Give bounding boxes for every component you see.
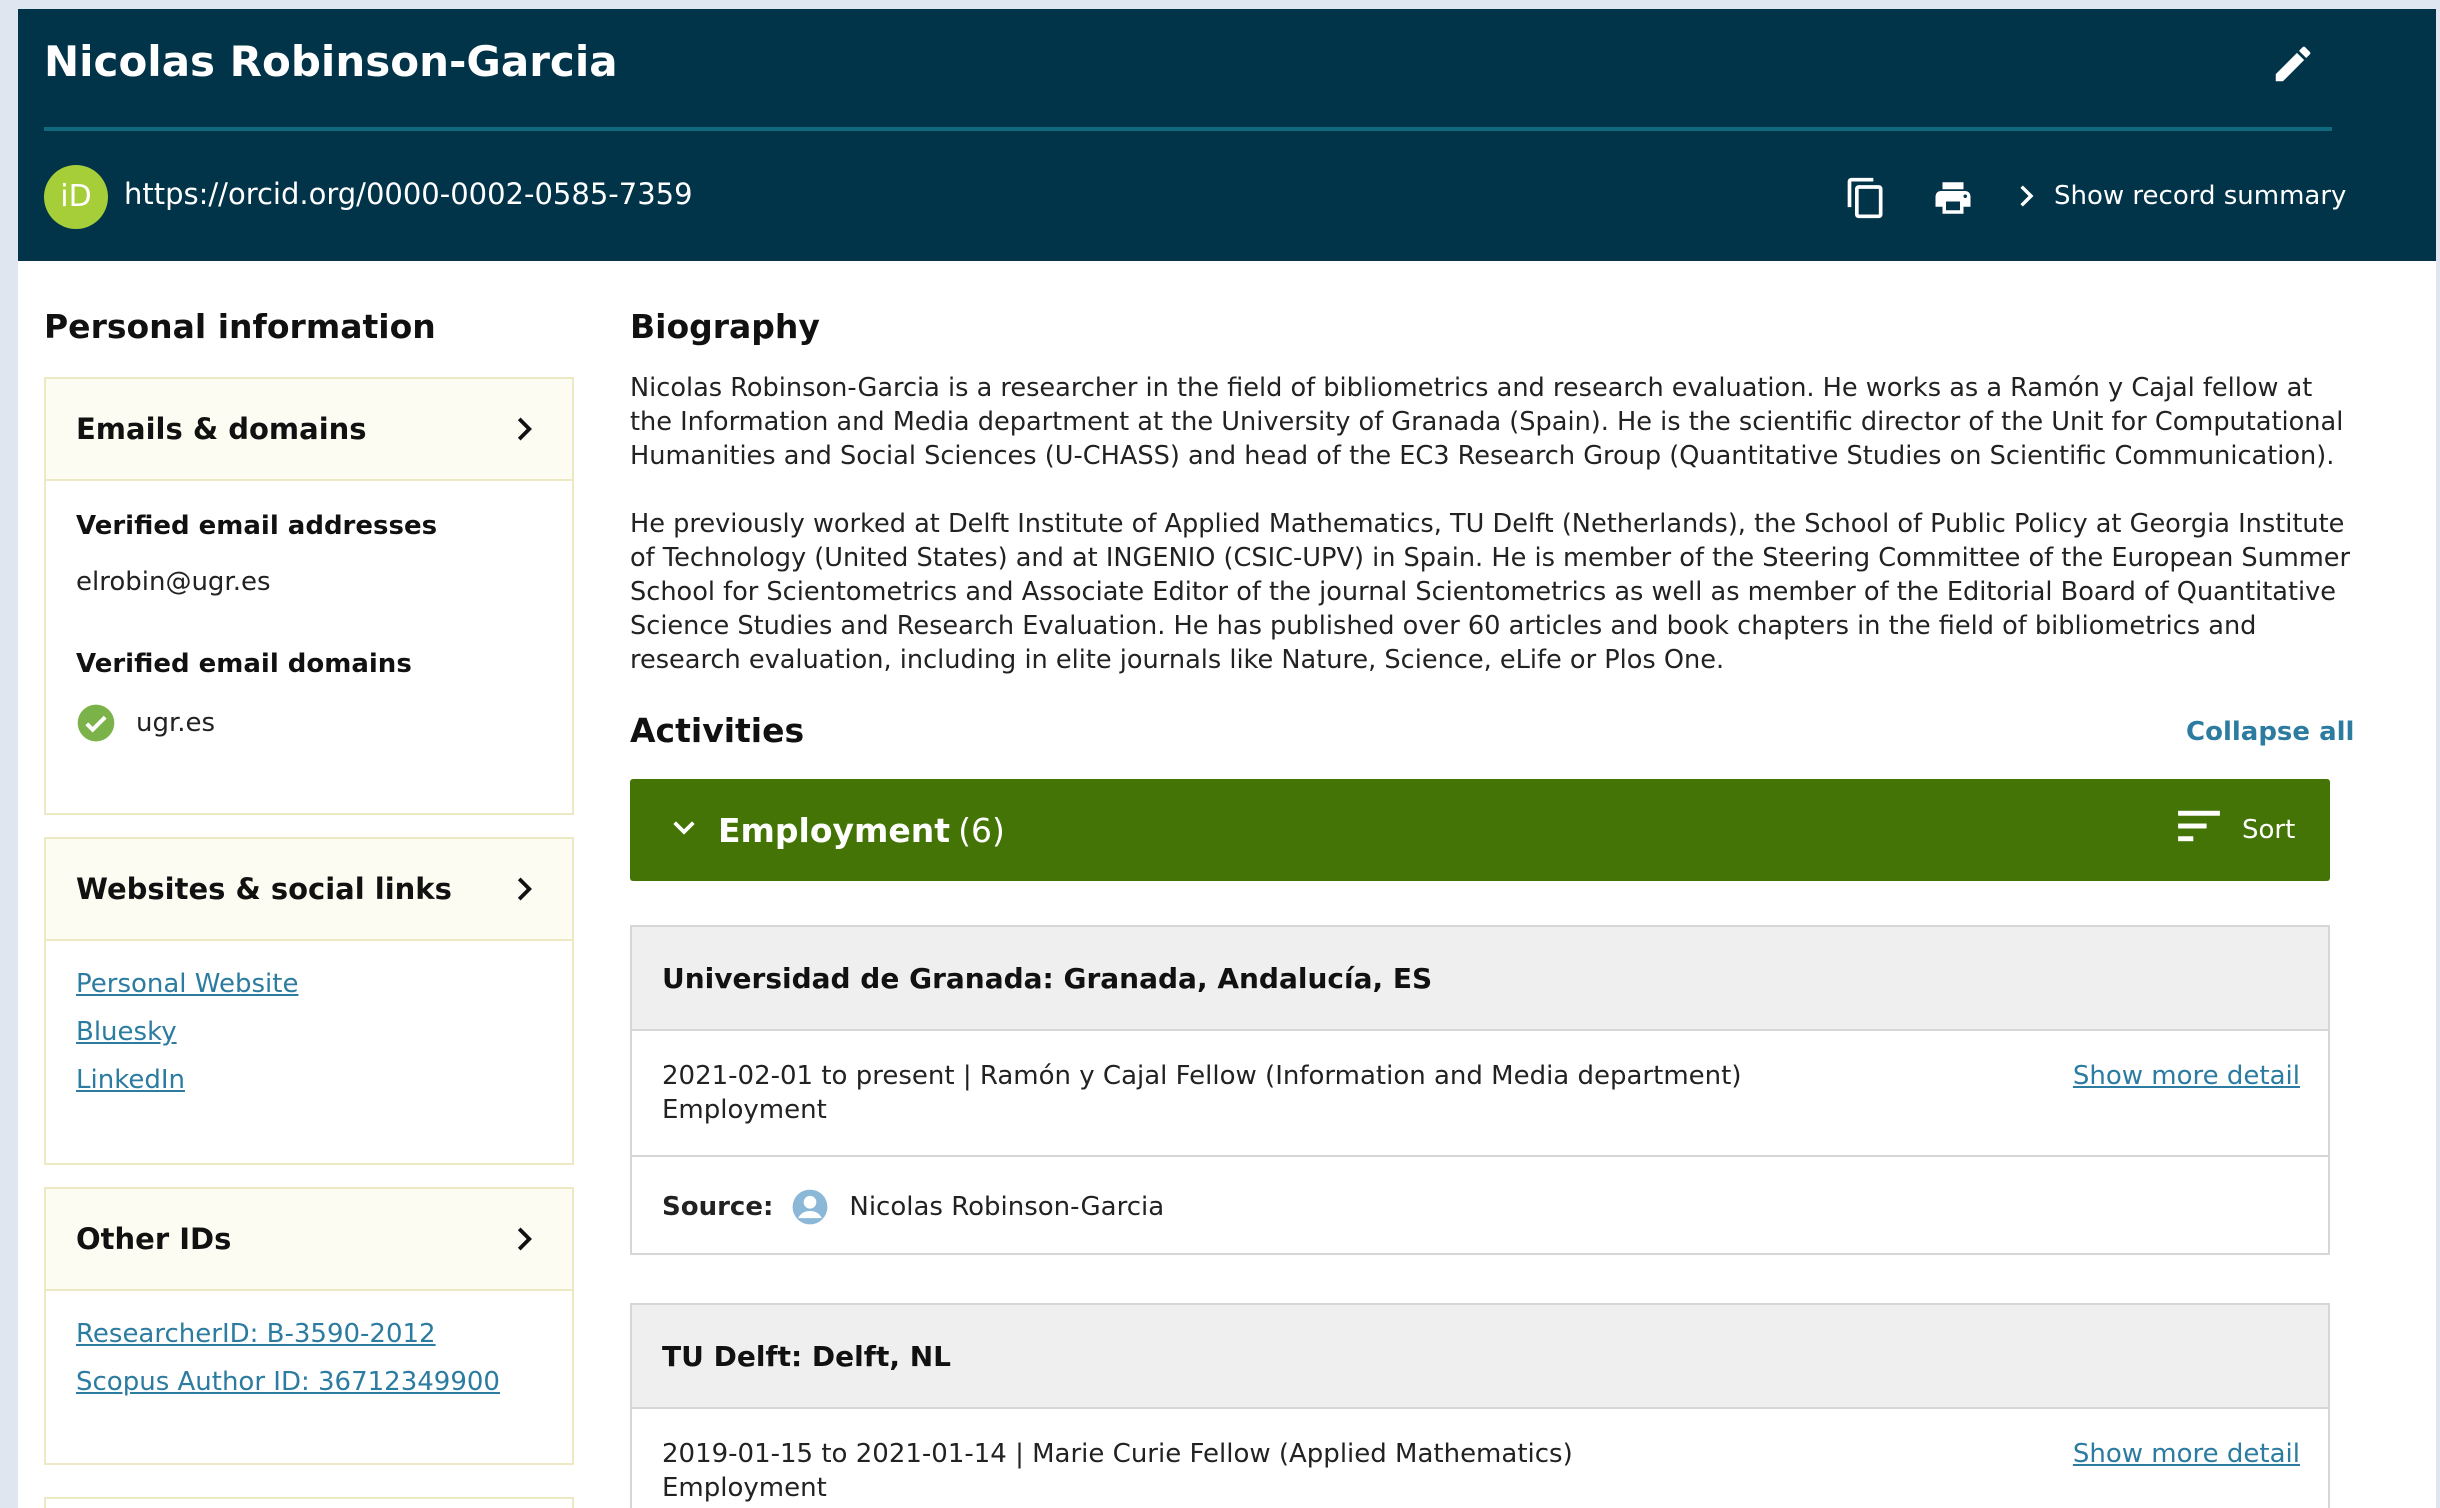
biography-title: Biography (630, 307, 820, 346)
next-card (44, 1497, 574, 1508)
employment-detail: 2019-01-15 to 2021-01-14 | Marie Curie F… (632, 1409, 2328, 1508)
chevron-right-icon (2020, 185, 2034, 207)
header-divider (44, 127, 2332, 131)
show-more-detail-link[interactable]: Show more detail (2073, 1059, 2300, 1093)
employment-entry: TU Delft: Delft, NL 2019-01-15 to 2021-0… (630, 1303, 2330, 1508)
verified-domain: ugr.es (136, 708, 216, 738)
chevron-right-icon (517, 1227, 532, 1251)
emails-domains-card: Emails & domains Verified email addresse… (44, 377, 574, 815)
other-ids-title: Other IDs (76, 1222, 232, 1256)
employment-org: TU Delft: Delft, NL (632, 1305, 2328, 1409)
link-personal-website[interactable]: Personal Website (76, 969, 542, 999)
sort-icon[interactable] (2176, 807, 2222, 845)
emails-domains-header[interactable]: Emails & domains (46, 379, 572, 481)
show-record-summary-button[interactable]: Show record summary (2018, 181, 2346, 211)
employment-count: (6) (958, 811, 1005, 850)
employment-type: Employment (662, 1095, 827, 1125)
biography-paragraph-1: Nicolas Robinson-Garcia is a researcher … (630, 373, 2344, 471)
biography-paragraph-2: He previously worked at Delft Institute … (630, 509, 2351, 675)
chevron-right-icon (517, 877, 532, 901)
employment-label: Employment (718, 811, 951, 850)
user-avatar-icon (792, 1189, 828, 1225)
employment-detail: 2021-02-01 to present | Ramón y Cajal Fe… (632, 1031, 2328, 1157)
employment-source: Source: Nicolas Robinson-Garcia (632, 1157, 2328, 1257)
employment-section-header[interactable]: Employment (6) Sort (630, 779, 2330, 881)
link-bluesky[interactable]: Bluesky (76, 1017, 542, 1047)
print-icon[interactable] (1930, 177, 1976, 219)
check-circle-icon (77, 704, 115, 742)
verified-email-address: elrobin@ugr.es (76, 567, 271, 597)
researcher-name: Nicolas Robinson-Garcia (44, 37, 618, 86)
emails-domains-title: Emails & domains (76, 412, 367, 446)
sort-button[interactable]: Sort (2242, 815, 2295, 845)
verified-domains-label: Verified email domains (76, 649, 412, 679)
copy-icon[interactable] (1844, 175, 1888, 221)
chevron-down-icon (673, 821, 695, 835)
link-linkedin[interactable]: LinkedIn (76, 1065, 542, 1095)
orcid-url[interactable]: https://orcid.org/0000-0002-0585-7359 (124, 177, 693, 211)
employment-dates-role: 2019-01-15 to 2021-01-14 | Marie Curie F… (662, 1439, 1573, 1469)
verified-domain-row: ugr.es (76, 703, 542, 743)
employment-dates-role: 2021-02-01 to present | Ramón y Cajal Fe… (662, 1061, 1742, 1091)
record-header: Nicolas Robinson-Garcia iD https://orcid… (18, 9, 2436, 261)
orcid-record-page: Nicolas Robinson-Garcia iD https://orcid… (18, 9, 2436, 1508)
other-ids-header[interactable]: Other IDs (46, 1189, 572, 1291)
collapse-all-button[interactable]: Collapse all (2186, 717, 2354, 747)
activities-title: Activities (630, 711, 805, 750)
employment-type: Employment (662, 1473, 827, 1503)
websites-card: Websites & social links Personal Website… (44, 837, 574, 1165)
edit-pencil-icon[interactable] (2270, 41, 2316, 87)
websites-header[interactable]: Websites & social links (46, 839, 572, 941)
other-ids-card: Other IDs ResearcherID: B-3590-2012 Scop… (44, 1187, 574, 1465)
show-record-summary-label: Show record summary (2054, 181, 2347, 211)
show-more-detail-link[interactable]: Show more detail (2073, 1437, 2300, 1471)
chevron-right-icon (517, 417, 532, 441)
link-researcher-id[interactable]: ResearcherID: B-3590-2012 (76, 1319, 542, 1349)
source-label: Source: (662, 1192, 774, 1222)
source-name: Nicolas Robinson-Garcia (849, 1192, 1165, 1222)
employment-org: Universidad de Granada: Granada, Andaluc… (632, 927, 2328, 1031)
websites-title: Websites & social links (76, 872, 452, 906)
personal-information-title: Personal information (44, 307, 436, 346)
employment-title: Employment (6) (718, 811, 1005, 850)
orcid-id-icon: iD (44, 165, 108, 229)
employment-entry: Universidad de Granada: Granada, Andaluc… (630, 925, 2330, 1255)
verified-addresses-label: Verified email addresses (76, 511, 438, 541)
link-scopus-id[interactable]: Scopus Author ID: 36712349900 (76, 1367, 542, 1397)
